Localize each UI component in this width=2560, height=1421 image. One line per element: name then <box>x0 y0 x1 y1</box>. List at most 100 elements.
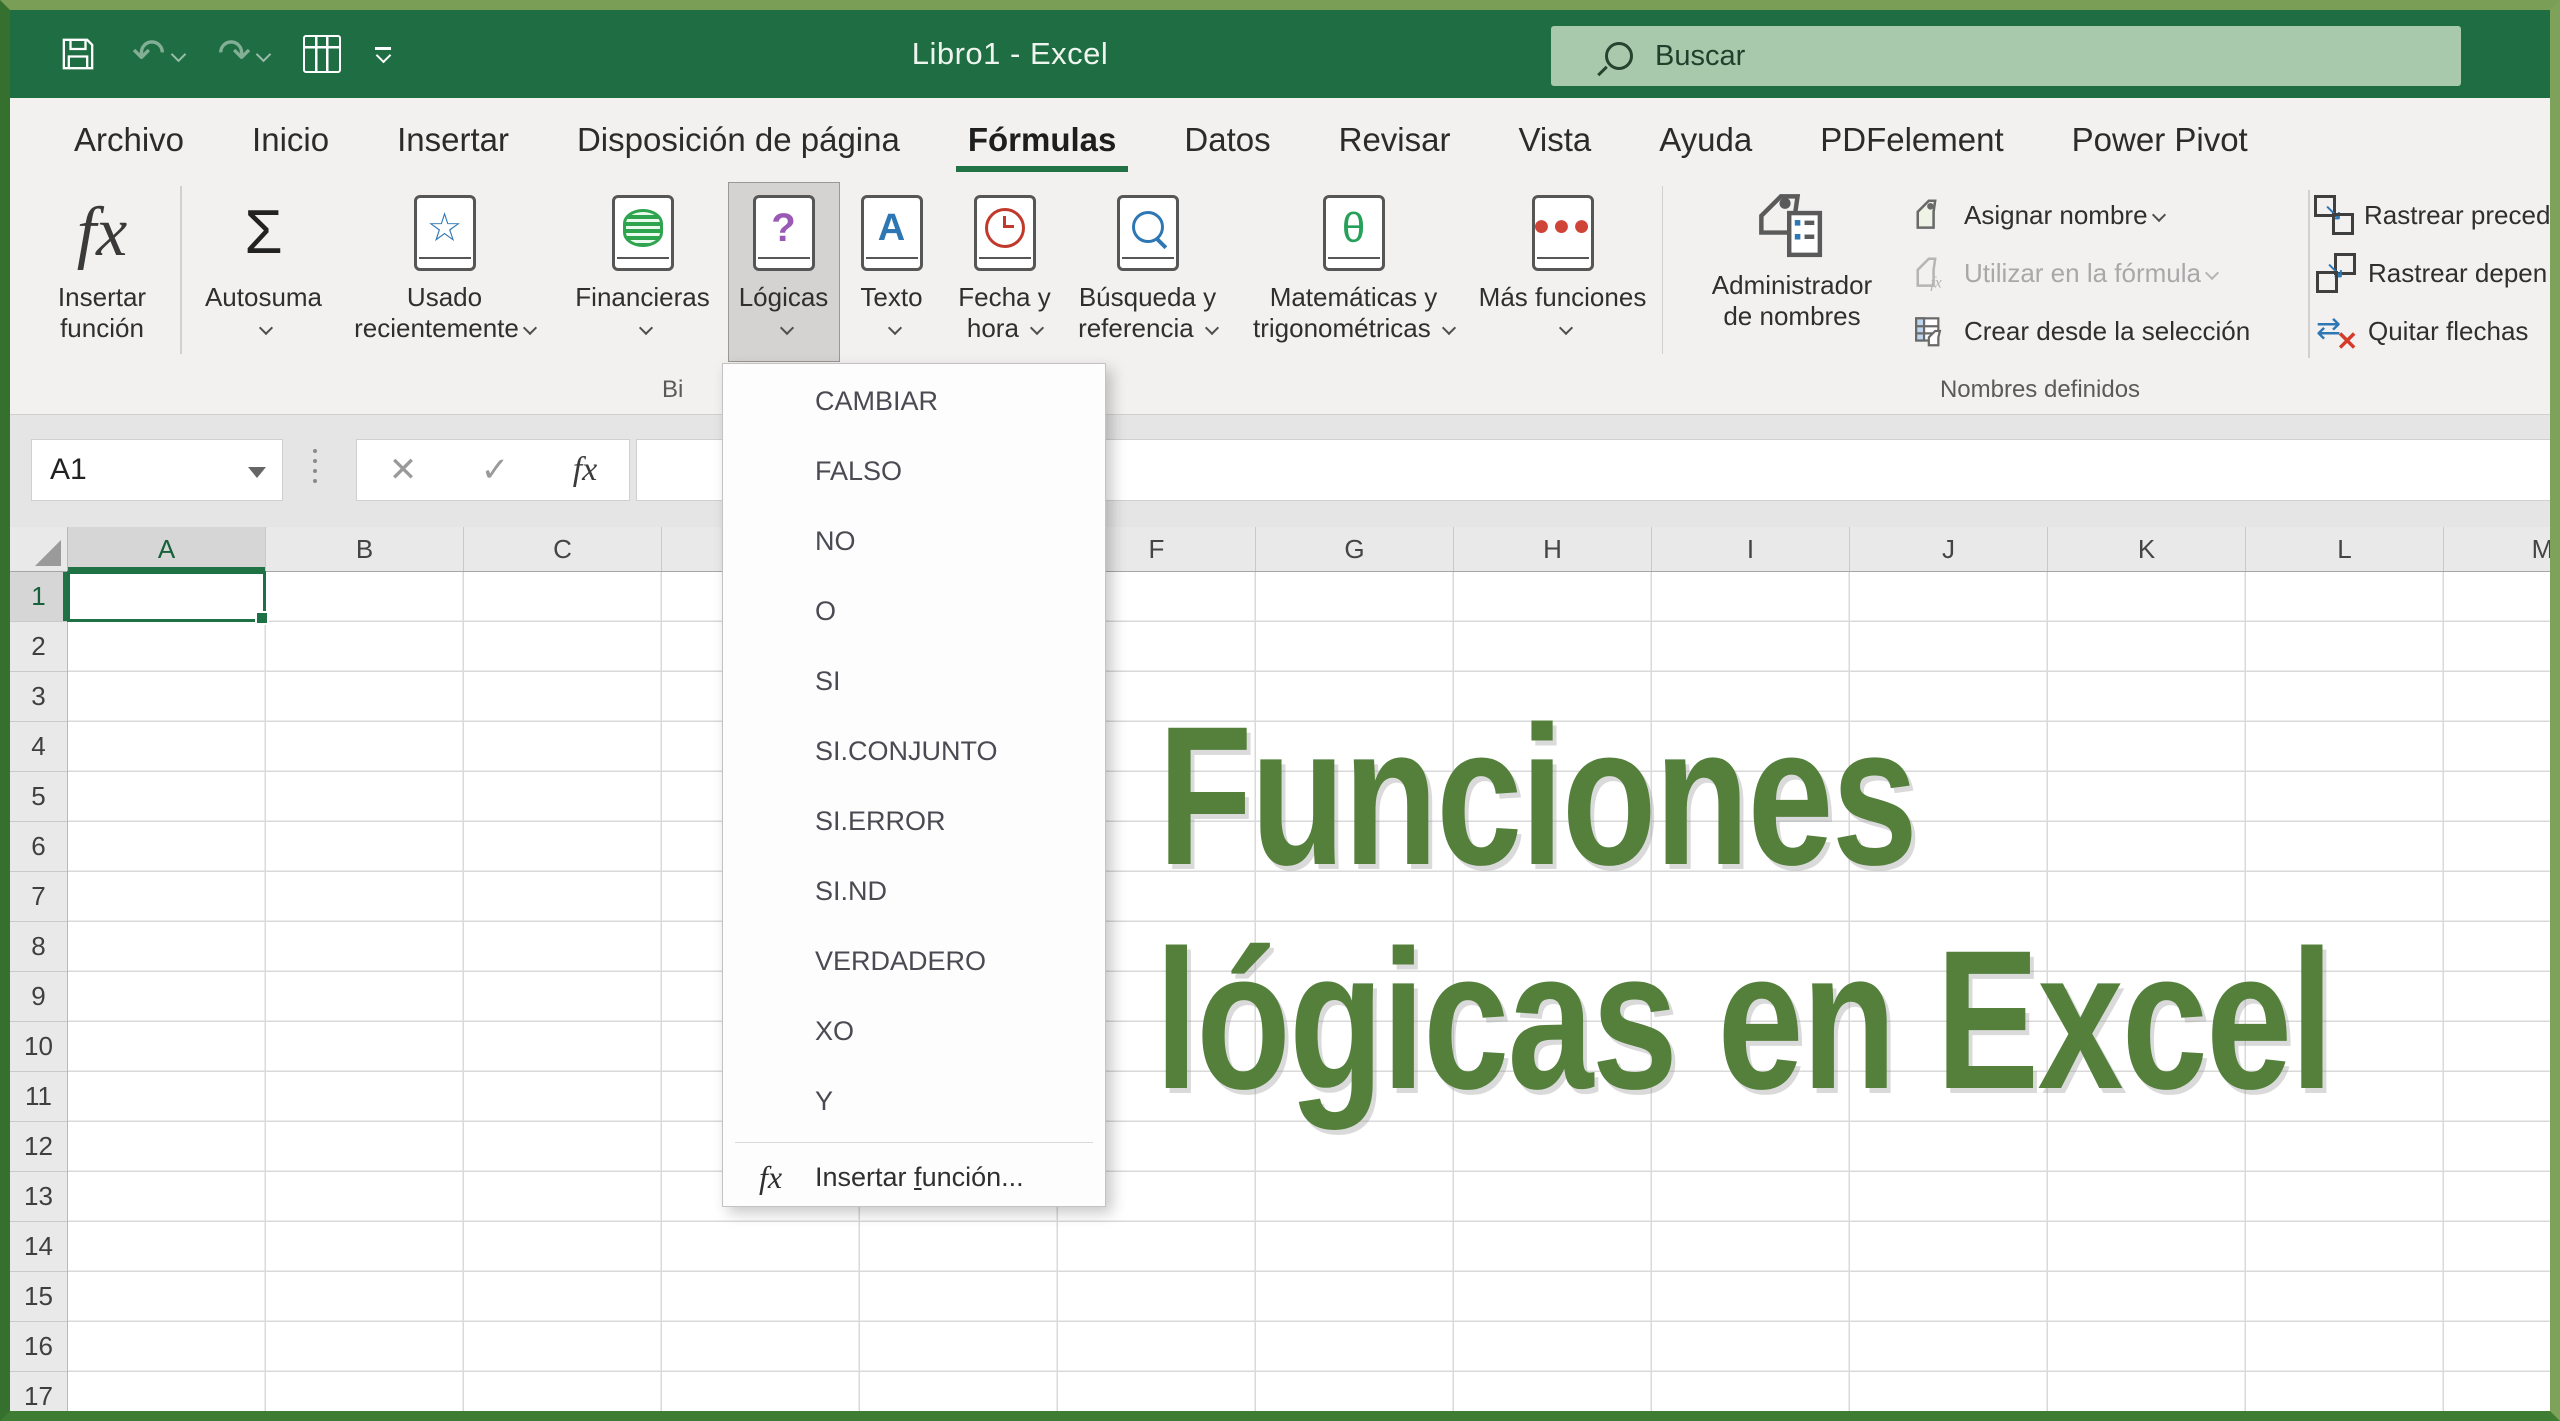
ribbon-tab[interactable]: Revisar <box>1305 106 1485 174</box>
menu-item[interactable]: CAMBIAR <box>723 366 1105 436</box>
menu-item[interactable]: SI.ND <box>723 856 1105 926</box>
date-time-button[interactable]: Fecha y hora <box>944 182 1066 362</box>
redo-icon[interactable]: ↷ <box>218 34 270 74</box>
row-header[interactable]: 4 <box>10 722 67 772</box>
row-header[interactable]: 13 <box>10 1172 67 1222</box>
title-bar: ↶ ↷ Libro1 - Excel Buscar <box>10 10 2550 98</box>
row-header[interactable]: 9 <box>10 972 67 1022</box>
column-header[interactable]: M <box>2444 527 2550 571</box>
row-header[interactable]: 6 <box>10 822 67 872</box>
undo-chevron-icon[interactable] <box>170 46 186 62</box>
ribbon-tab[interactable]: Datos <box>1150 106 1304 174</box>
use-in-formula-button[interactable]: fx Utilizar en la fórmula <box>1910 246 2217 300</box>
create-from-selection-button[interactable]: Crear desde la selección <box>1910 304 2250 358</box>
column-header[interactable]: A <box>68 527 266 571</box>
menu-item[interactable]: Y <box>723 1066 1105 1136</box>
group-divider <box>180 186 182 354</box>
table-borders-icon[interactable] <box>303 35 341 73</box>
insert-function-menu-item[interactable]: fx Insertar función... <box>723 1149 1105 1206</box>
column-header[interactable]: G <box>1256 527 1454 571</box>
define-name-button[interactable]: Asignar nombre <box>1910 188 2164 242</box>
remove-arrows-button[interactable]: ⇄✕ Quitar flechas <box>2314 304 2560 358</box>
menu-item[interactable]: VERDADERO <box>723 926 1105 996</box>
column-headers: ABCDEFGHIJKLM <box>68 527 2550 572</box>
trace-dependents-button[interactable]: ↘ Rastrear depen <box>2314 246 2560 300</box>
recently-used-button[interactable]: ☆ Usado recientemente <box>332 182 558 362</box>
chevron-down-icon <box>1030 321 1044 335</box>
tag-icon <box>1910 195 1954 235</box>
menu-item[interactable]: XO <box>723 996 1105 1066</box>
insert-function-icon[interactable]: fx <box>573 451 598 489</box>
redo-chevron-icon[interactable] <box>256 46 272 62</box>
more-functions-button[interactable]: ●●● Más funciones <box>1478 182 1648 362</box>
row-headers: 1234567891011121314151617 <box>10 572 68 1421</box>
row-header[interactable]: 7 <box>10 872 67 922</box>
save-icon[interactable] <box>58 34 98 74</box>
text-button[interactable]: A Texto <box>840 182 944 362</box>
name-manager-button[interactable]: Administrador de nombres <box>1692 182 1892 362</box>
ribbon-tab[interactable]: Disposición de página <box>543 106 934 174</box>
formula-bar: A1 ✕ ✓ fx <box>10 415 2550 527</box>
row-header[interactable]: 15 <box>10 1272 67 1322</box>
search-placeholder: Buscar <box>1655 40 1745 73</box>
chevron-down-icon <box>1205 321 1219 335</box>
row-header[interactable]: 11 <box>10 1072 67 1122</box>
book-theta-icon: θ <box>1323 195 1385 271</box>
row-header[interactable]: 12 <box>10 1122 67 1172</box>
lookup-reference-button[interactable]: Búsqueda y referencia <box>1066 182 1230 362</box>
remove-arrows-icon: ⇄✕ <box>2314 311 2358 351</box>
column-header[interactable]: C <box>464 527 662 571</box>
menu-item[interactable]: NO <box>723 506 1105 576</box>
menu-item[interactable]: FALSO <box>723 436 1105 506</box>
row-header[interactable]: 3 <box>10 672 67 722</box>
ribbon-tab[interactable]: Inicio <box>218 106 363 174</box>
insert-function-button[interactable]: fx Insertar función <box>38 182 166 362</box>
menu-item[interactable]: O <box>723 576 1105 646</box>
row-header[interactable]: 1 <box>10 572 67 622</box>
row-header[interactable]: 5 <box>10 772 67 822</box>
ribbon-tab[interactable]: PDFelement <box>1786 106 2037 174</box>
column-header[interactable]: J <box>1850 527 2048 571</box>
autosum-button[interactable]: Σ Autosuma <box>196 182 332 362</box>
excel-window: ↶ ↷ Libro1 - Excel Buscar ArchivoInicioI… <box>0 0 2560 1421</box>
math-trig-button[interactable]: θ Matemáticas y trigonométricas <box>1230 182 1478 362</box>
menu-item[interactable]: SI <box>723 646 1105 716</box>
ribbon-tab[interactable]: Archivo <box>40 106 218 174</box>
cancel-icon[interactable]: ✕ <box>389 450 418 490</box>
row-header[interactable]: 16 <box>10 1322 67 1372</box>
menu-item[interactable]: SI.CONJUNTO <box>723 716 1105 786</box>
row-header[interactable]: 14 <box>10 1222 67 1272</box>
ribbon-tab[interactable]: Insertar <box>363 106 543 174</box>
menu-item[interactable]: SI.ERROR <box>723 786 1105 856</box>
row-header[interactable]: 10 <box>10 1022 67 1072</box>
book-coins-icon <box>612 195 674 271</box>
name-box-dropdown-icon[interactable] <box>248 467 266 478</box>
column-header[interactable]: I <box>1652 527 1850 571</box>
book-search-icon <box>1117 195 1179 271</box>
customize-toolbar-icon[interactable] <box>375 47 391 61</box>
undo-icon[interactable]: ↶ <box>132 34 184 74</box>
ribbon-tab[interactable]: Fórmulas <box>934 106 1151 174</box>
ribbon-tab[interactable]: Ayuda <box>1625 106 1786 174</box>
column-header[interactable]: B <box>266 527 464 571</box>
row-header[interactable]: 2 <box>10 622 67 672</box>
logical-button[interactable]: ? Lógicas <box>728 182 840 362</box>
sigma-icon: Σ <box>244 202 282 264</box>
name-box[interactable]: A1 <box>31 439 283 501</box>
row-header[interactable]: 8 <box>10 922 67 972</box>
menu-separator <box>735 1142 1093 1143</box>
search-input[interactable]: Buscar <box>1551 26 2461 86</box>
trace-precedents-button[interactable]: ↘ Rastrear precede <box>2314 188 2560 242</box>
column-header[interactable]: K <box>2048 527 2246 571</box>
ribbon-tab[interactable]: Power Pivot <box>2038 106 2282 174</box>
select-all-corner[interactable] <box>10 527 68 572</box>
row-header[interactable]: 17 <box>10 1372 67 1421</box>
financial-button[interactable]: Financieras <box>558 182 728 362</box>
column-header[interactable]: H <box>1454 527 1652 571</box>
column-header[interactable]: L <box>2246 527 2444 571</box>
selected-cell-a1[interactable] <box>67 571 266 622</box>
ribbon-tab[interactable]: Vista <box>1484 106 1625 174</box>
group-label-row: Bi Nombres definidos <box>10 364 2550 412</box>
menu-items: CAMBIARFALSONOOSISI.CONJUNTOSI.ERRORSI.N… <box>723 366 1105 1136</box>
enter-icon[interactable]: ✓ <box>481 450 510 490</box>
